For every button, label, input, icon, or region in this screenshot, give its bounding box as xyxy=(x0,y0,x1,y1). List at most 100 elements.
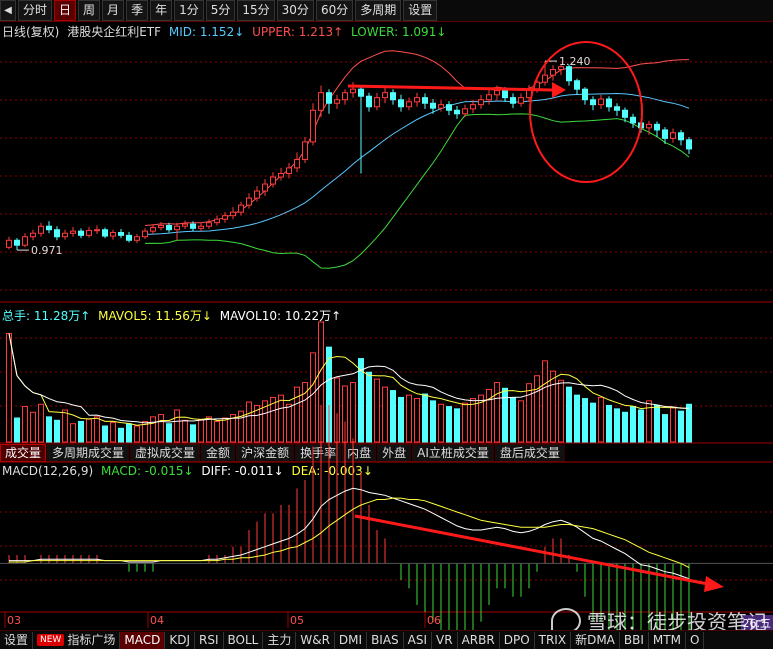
indicator-tab-16[interactable]: BBI xyxy=(620,632,649,649)
volume-mavol5: MAVOL5: 11.56万↓ xyxy=(98,309,212,323)
period-label: 日线(复权) xyxy=(2,25,59,39)
indicator-tab-2[interactable]: MACD xyxy=(120,632,165,649)
period-tab-8[interactable]: 15分 xyxy=(237,0,274,21)
period-tab-2[interactable]: 周 xyxy=(78,0,100,21)
volume-tab-1[interactable]: 多周期成交量 xyxy=(47,444,129,462)
period-tab-3[interactable]: 月 xyxy=(102,0,124,21)
period-tab-10[interactable]: 60分 xyxy=(316,0,353,21)
period-tab-12[interactable]: 设置 xyxy=(403,0,437,21)
candle-body xyxy=(407,102,412,107)
mavol5-line xyxy=(9,333,689,425)
candle-body xyxy=(631,117,636,123)
stock-chart[interactable]: 1.2400.971 03040506 xyxy=(0,0,773,648)
indicator-tab-label: KDJ xyxy=(169,632,190,649)
volume-bar xyxy=(271,397,276,442)
candle-body xyxy=(655,124,660,130)
volume-bar xyxy=(391,391,396,442)
volume-bar xyxy=(567,387,572,442)
diff-line xyxy=(9,488,689,578)
volume-tab-9[interactable]: 盘后成交量 xyxy=(495,444,565,462)
indicator-tab-13[interactable]: DPO xyxy=(500,632,535,649)
indicator-tab-12[interactable]: ARBR xyxy=(458,632,500,649)
period-tab-9[interactable]: 30分 xyxy=(277,0,314,21)
candle-body xyxy=(39,226,44,233)
indicator-tab-3[interactable]: KDJ xyxy=(165,632,195,649)
indicator-tab-9[interactable]: BIAS xyxy=(367,632,404,649)
period-tab-4[interactable]: 季 xyxy=(126,0,148,21)
volume-bar xyxy=(615,409,620,442)
volume-bar xyxy=(111,423,116,442)
indicator-tab-14[interactable]: TRIX xyxy=(535,632,571,649)
indicator-tab-6[interactable]: 主力 xyxy=(263,632,296,649)
volume-bar xyxy=(527,384,532,442)
volume-bar xyxy=(351,383,356,442)
volume-bar xyxy=(279,395,284,442)
candle-body xyxy=(543,75,548,82)
volume-bar xyxy=(295,387,300,442)
candle-body xyxy=(191,224,196,228)
indicator-tab-11[interactable]: VR xyxy=(432,632,458,649)
indicator-tab-7[interactable]: W&R xyxy=(296,632,335,649)
indicator-tab-label: ASI xyxy=(408,632,427,649)
indicator-tab-bar: 设置 NEW指标广场MACD KDJ RSIBOLL主力W&RDMIBIASASI VR… xyxy=(0,630,773,649)
indicator-tab-1[interactable]: NEW指标广场 xyxy=(33,632,120,649)
indicator-tab-17[interactable]: MTM xyxy=(649,632,686,649)
volume-tab-3[interactable]: 金额 xyxy=(201,444,235,462)
volume-bar xyxy=(127,424,132,442)
trend-arrow-head xyxy=(552,82,566,98)
volume-bar xyxy=(47,417,52,442)
high-label: 1.240 xyxy=(559,55,591,68)
volume-bar xyxy=(311,353,316,442)
volume-bar xyxy=(679,411,684,442)
volume-tab-2[interactable]: 虚拟成交量 xyxy=(130,444,200,462)
volume-tab-5[interactable]: 换手率 xyxy=(295,444,341,462)
period-tab-5[interactable]: 年 xyxy=(150,0,172,21)
volume-bar xyxy=(303,383,308,442)
indicator-tab-label: BOLL xyxy=(228,632,259,649)
volume-tab-7[interactable]: 外盘 xyxy=(377,444,411,462)
candle-body xyxy=(575,81,580,89)
period-tab-11[interactable]: 多周期 xyxy=(355,0,401,21)
indicator-tab-10[interactable]: ASI xyxy=(404,632,432,649)
period-tab-6[interactable]: 1分 xyxy=(174,0,204,21)
candle-body xyxy=(447,105,452,111)
volume-bar xyxy=(199,419,204,442)
volume-bar xyxy=(511,397,516,442)
indicator-tab-5[interactable]: BOLL xyxy=(224,632,264,649)
indicator-tab-label: 设置 xyxy=(4,632,28,649)
dea-value: DEA: -0.003↓ xyxy=(291,464,372,478)
x-tick-label: 04 xyxy=(150,614,164,627)
boll-lower-value: LOWER: 1.091↓ xyxy=(351,25,446,39)
volume-bar xyxy=(359,359,364,442)
volume-bar xyxy=(423,394,428,442)
period-tab-0[interactable]: 分时 xyxy=(18,0,52,21)
indicator-tab-4[interactable]: RSI xyxy=(195,632,224,649)
indicator-tab-label: MACD xyxy=(124,632,160,649)
back-icon[interactable]: ◀ xyxy=(0,0,16,21)
volume-bars xyxy=(7,322,692,442)
low-label: 0.971 xyxy=(31,244,63,257)
indicator-tab-0[interactable]: 设置 xyxy=(0,632,33,649)
indicator-tab-8[interactable]: DMI xyxy=(335,632,367,649)
candle-body xyxy=(15,240,20,245)
volume-bar xyxy=(575,395,580,442)
indicator-tab-18[interactable]: O xyxy=(686,632,704,649)
volume-tab-4[interactable]: 沪深金额 xyxy=(236,444,294,462)
volume-bar xyxy=(399,397,404,442)
volume-bar xyxy=(159,415,164,442)
candlestick-series xyxy=(7,61,692,250)
candle-body xyxy=(535,82,540,89)
volume-bar xyxy=(95,417,100,442)
candle-body xyxy=(135,237,140,241)
candle-body xyxy=(271,177,276,184)
volume-tab-0[interactable]: 成交量 xyxy=(0,444,46,462)
volume-tab-8[interactable]: AI立桩成交量 xyxy=(412,444,494,462)
volume-bar xyxy=(407,395,412,442)
indicator-tab-label: 指标广场 xyxy=(67,632,115,649)
period-tab-7[interactable]: 5分 xyxy=(206,0,236,21)
chart-grid xyxy=(0,62,773,612)
indicator-tab-15[interactable]: 新DMA xyxy=(571,632,620,649)
period-tab-1[interactable]: 日 xyxy=(54,0,76,21)
candle-body xyxy=(567,67,572,81)
volume-tab-6[interactable]: 内盘 xyxy=(342,444,376,462)
